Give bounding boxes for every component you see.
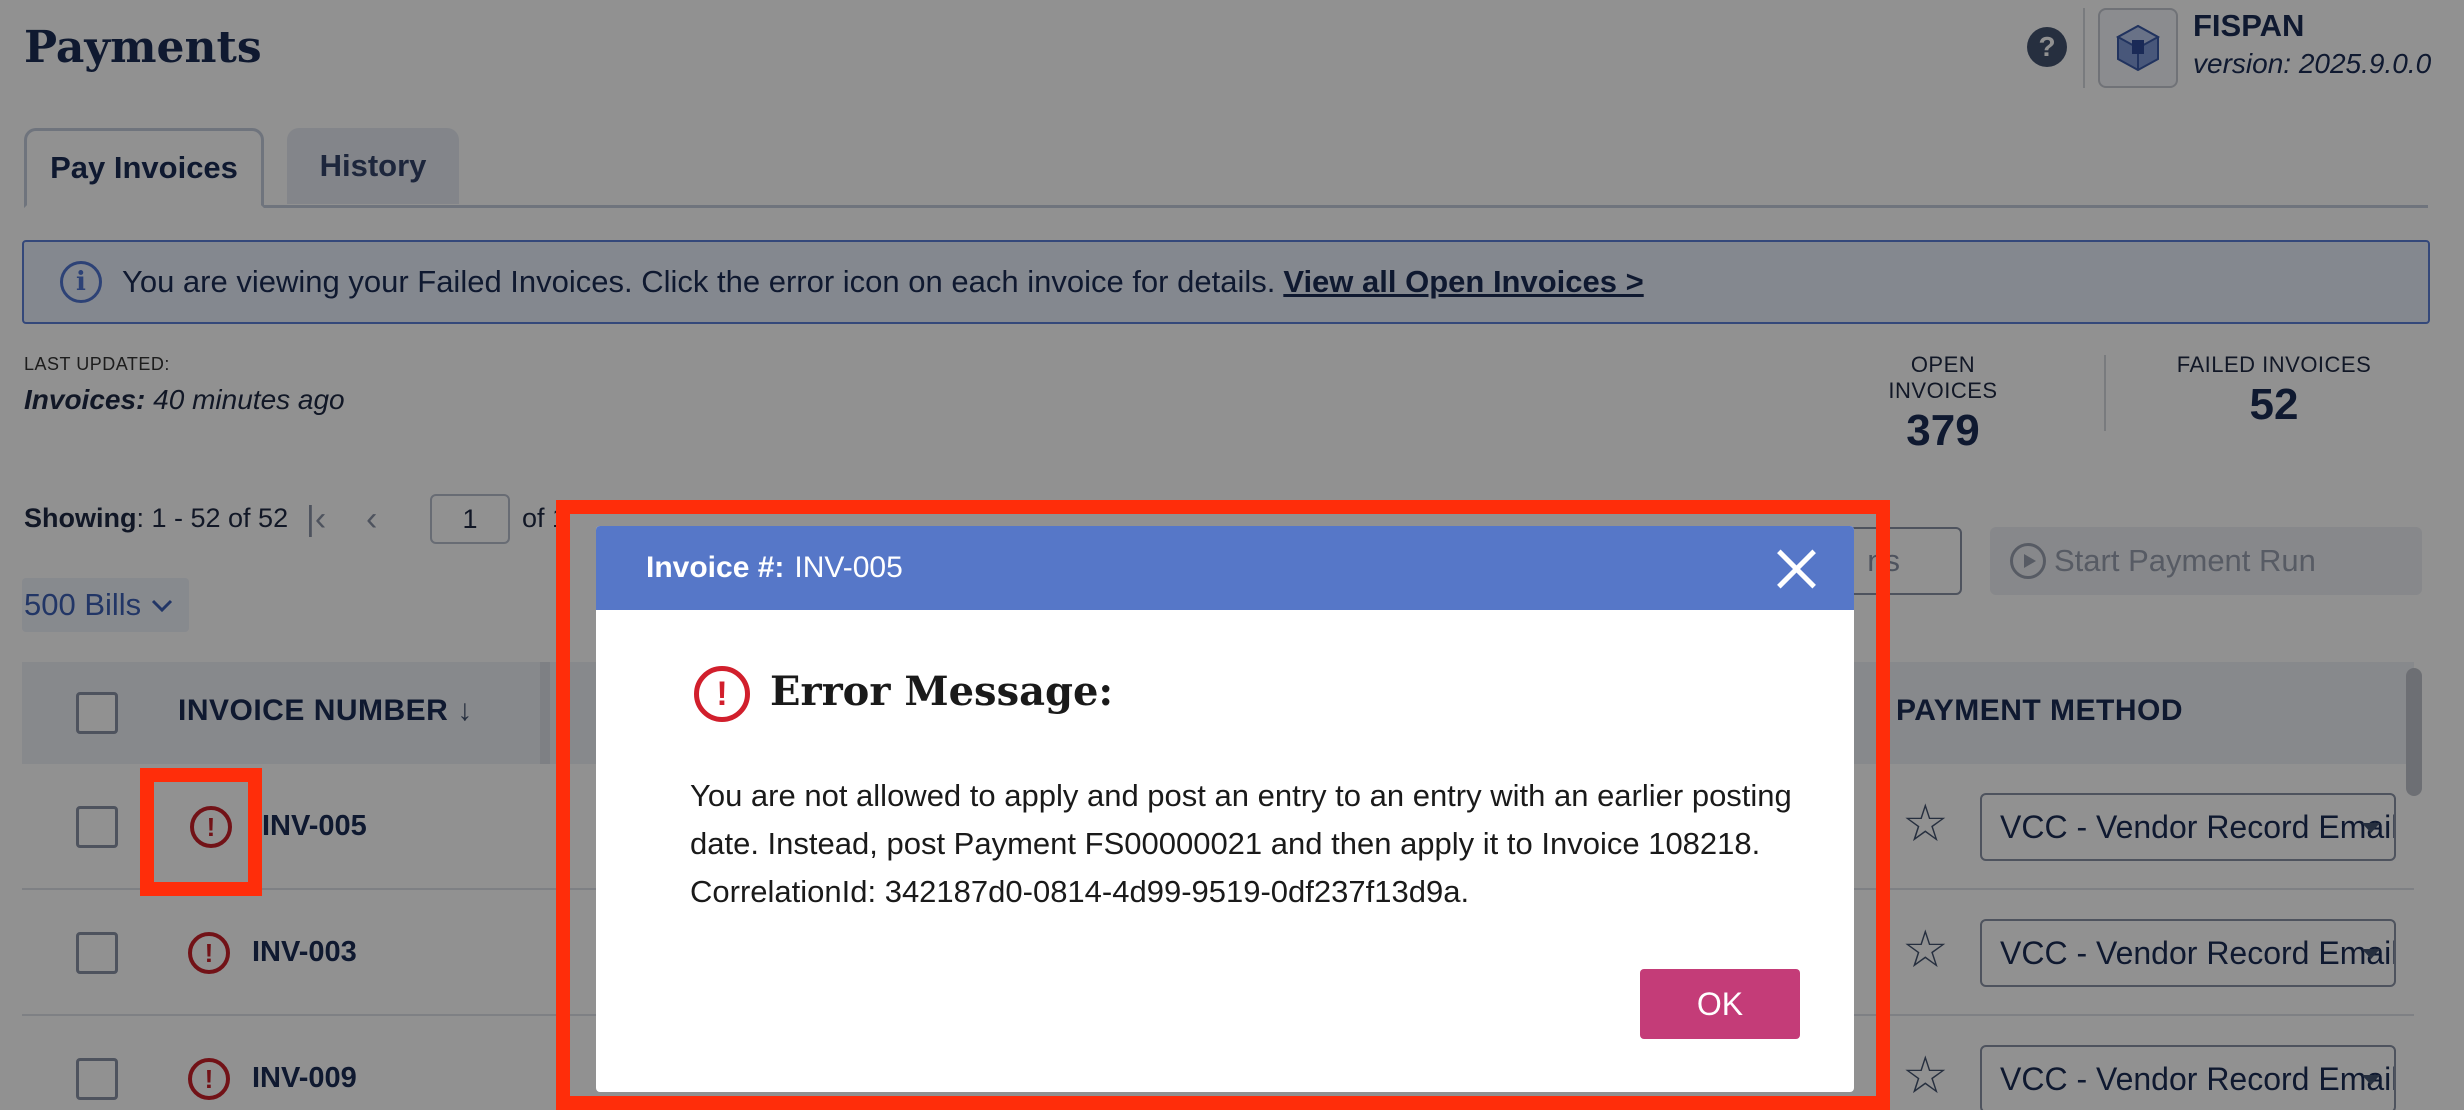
highlight-box-error-icon bbox=[140, 768, 262, 896]
highlight-box-dialog bbox=[556, 500, 1890, 1110]
